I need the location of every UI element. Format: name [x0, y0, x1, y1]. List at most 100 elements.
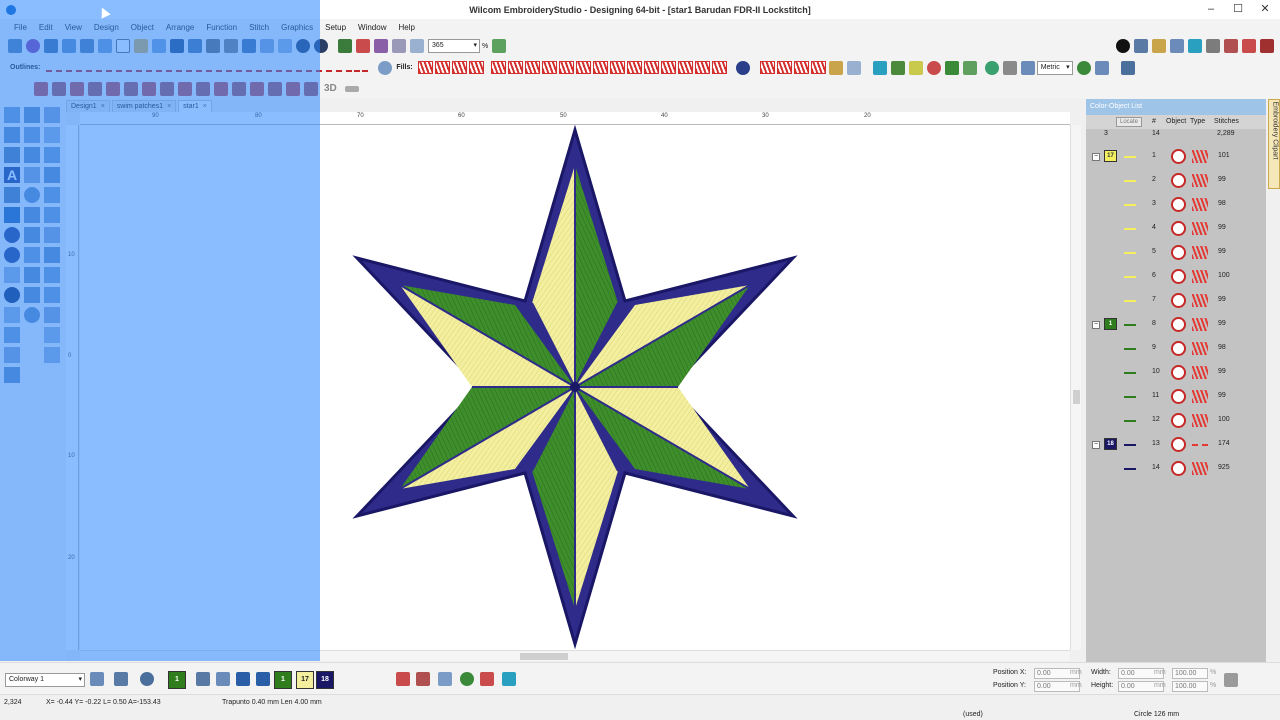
effect-icon-13[interactable] [250, 81, 264, 96]
tab-design1[interactable]: Design1 × [66, 99, 110, 112]
menu-file[interactable]: File [8, 23, 33, 32]
tatami-fill-icon[interactable] [434, 61, 450, 74]
measure-units-select[interactable]: Metric [1036, 60, 1073, 75]
cut-icon[interactable] [242, 39, 256, 53]
stitch-art-icon[interactable] [926, 60, 941, 75]
minimize-button[interactable]: – [1199, 0, 1223, 19]
thread-chart-icon[interactable] [1152, 39, 1166, 53]
paste-icon[interactable] [278, 39, 292, 53]
reshape-node-icon[interactable] [1120, 60, 1135, 75]
raised-satin-icon[interactable] [346, 64, 369, 72]
shirt-green-icon[interactable] [944, 60, 959, 75]
input-a-icon[interactable] [24, 247, 40, 263]
moon-icon[interactable] [735, 60, 750, 75]
weld-icon[interactable] [24, 147, 40, 163]
trapunto-fill-icon[interactable] [592, 61, 608, 74]
dotted-run-icon[interactable] [4, 347, 20, 363]
list-item[interactable]: 7 99 [1086, 289, 1266, 313]
fills-selector-icon[interactable] [378, 60, 393, 75]
list-item[interactable]: −18 13 174 [1086, 433, 1266, 457]
cross-stitch-fill-icon[interactable] [575, 61, 591, 74]
digitize-shape-icon[interactable] [4, 207, 20, 223]
properties-icon[interactable] [1134, 39, 1148, 53]
expand-icon[interactable] [44, 347, 60, 363]
triangle-tool-icon[interactable] [44, 327, 60, 343]
run-stitch-icon[interactable] [46, 64, 73, 72]
menu-object[interactable]: Object [125, 23, 160, 32]
monogram-icon[interactable] [4, 187, 20, 203]
sequence-icon[interactable] [1020, 60, 1035, 75]
palette-icon[interactable] [1242, 39, 1256, 53]
color-blend-icon[interactable] [962, 60, 977, 75]
stippling-fill-icon[interactable] [558, 61, 574, 74]
column-b-icon[interactable] [44, 207, 60, 223]
hand-icon[interactable] [62, 39, 76, 53]
menu-stitch[interactable]: Stitch [243, 23, 275, 32]
stitch-player-icon[interactable] [338, 39, 352, 53]
cord-fill-icon[interactable] [677, 61, 693, 74]
auto-jump-icon[interactable] [24, 287, 40, 303]
scroll-thumb[interactable] [1073, 390, 1080, 404]
info-icon[interactable] [1116, 39, 1130, 53]
zigzag-outline-icon[interactable] [256, 64, 283, 72]
input-b-icon[interactable] [44, 247, 60, 263]
new-file-icon[interactable] [116, 39, 130, 53]
liquid-effect-icon[interactable] [793, 61, 809, 74]
trim-icon[interactable] [44, 147, 60, 163]
applique-tool-icon[interactable] [4, 287, 20, 303]
star-tool-icon[interactable] [44, 187, 60, 203]
pattern-fill-icon[interactable] [468, 61, 484, 74]
zoom-input[interactable]: 365 [428, 39, 480, 53]
effect-icon-10[interactable] [196, 81, 210, 96]
vertical-scrollbar[interactable] [1070, 125, 1081, 650]
color-wheel-icon[interactable] [460, 672, 474, 686]
grid-icon[interactable] [492, 39, 507, 53]
select-tool-icon[interactable] [4, 107, 20, 123]
scissors-tool-icon[interactable] [24, 307, 40, 323]
list-item[interactable]: 10 99 [1086, 361, 1266, 385]
travel-icon[interactable] [356, 39, 370, 53]
mirror-icon[interactable] [44, 127, 60, 143]
width-percent-input[interactable]: 100.00 [1172, 668, 1208, 679]
motif-fill-icon[interactable] [490, 61, 506, 74]
list-item[interactable]: 2 99 [1086, 169, 1266, 193]
blackwork-fill-icon[interactable] [711, 61, 727, 74]
background-icon[interactable] [114, 672, 128, 686]
menu-graphics[interactable]: Graphics [275, 23, 319, 32]
color-chip-17[interactable]: 17 [296, 671, 314, 689]
eyedropper-icon[interactable] [196, 672, 210, 686]
spool-icon[interactable] [502, 672, 516, 686]
zoom-out-icon[interactable] [392, 39, 406, 53]
blackwork-run-icon[interactable] [4, 267, 20, 283]
list-item[interactable]: 3 98 [1086, 193, 1266, 217]
complex-fill-icon[interactable] [4, 227, 20, 243]
menu-arrange[interactable]: Arrange [160, 23, 200, 32]
menu-setup[interactable]: Setup [319, 23, 352, 32]
lettering-tool-icon[interactable]: A [4, 167, 20, 183]
star-icon[interactable] [908, 60, 923, 75]
print-preview-icon[interactable] [224, 39, 238, 53]
list-item[interactable]: 5 99 [1086, 241, 1266, 265]
effect-icon-2[interactable] [52, 81, 66, 96]
open-folder-icon[interactable] [134, 39, 148, 53]
effect-icon-7[interactable] [142, 81, 156, 96]
zoom-in-icon[interactable] [374, 39, 388, 53]
close-icon[interactable]: × [101, 103, 105, 110]
tab-swim-patches1[interactable]: swim patches1 × [111, 99, 177, 112]
effect-icon-4[interactable] [88, 81, 102, 96]
effect-icon-14[interactable] [268, 81, 282, 96]
tab-star1[interactable]: star1 × [178, 99, 212, 112]
height-percent-input[interactable]: 100.00 [1172, 681, 1208, 692]
wilcom-icon[interactable] [26, 39, 40, 53]
thread-chart-bottom-icon[interactable] [396, 672, 410, 686]
list-item[interactable]: 14 925 [1086, 457, 1266, 481]
effect-icon-3[interactable] [70, 81, 84, 96]
applique-icon[interactable] [1260, 39, 1274, 53]
copy-icon[interactable] [260, 39, 274, 53]
pin-icon[interactable] [44, 39, 58, 53]
maximize-button[interactable]: ☐ [1226, 0, 1250, 19]
lettering-list-icon[interactable] [1224, 39, 1238, 53]
turning-fill-icon[interactable] [4, 247, 20, 263]
effect-icon-15[interactable] [286, 81, 300, 96]
effect-icon-12[interactable] [232, 81, 246, 96]
